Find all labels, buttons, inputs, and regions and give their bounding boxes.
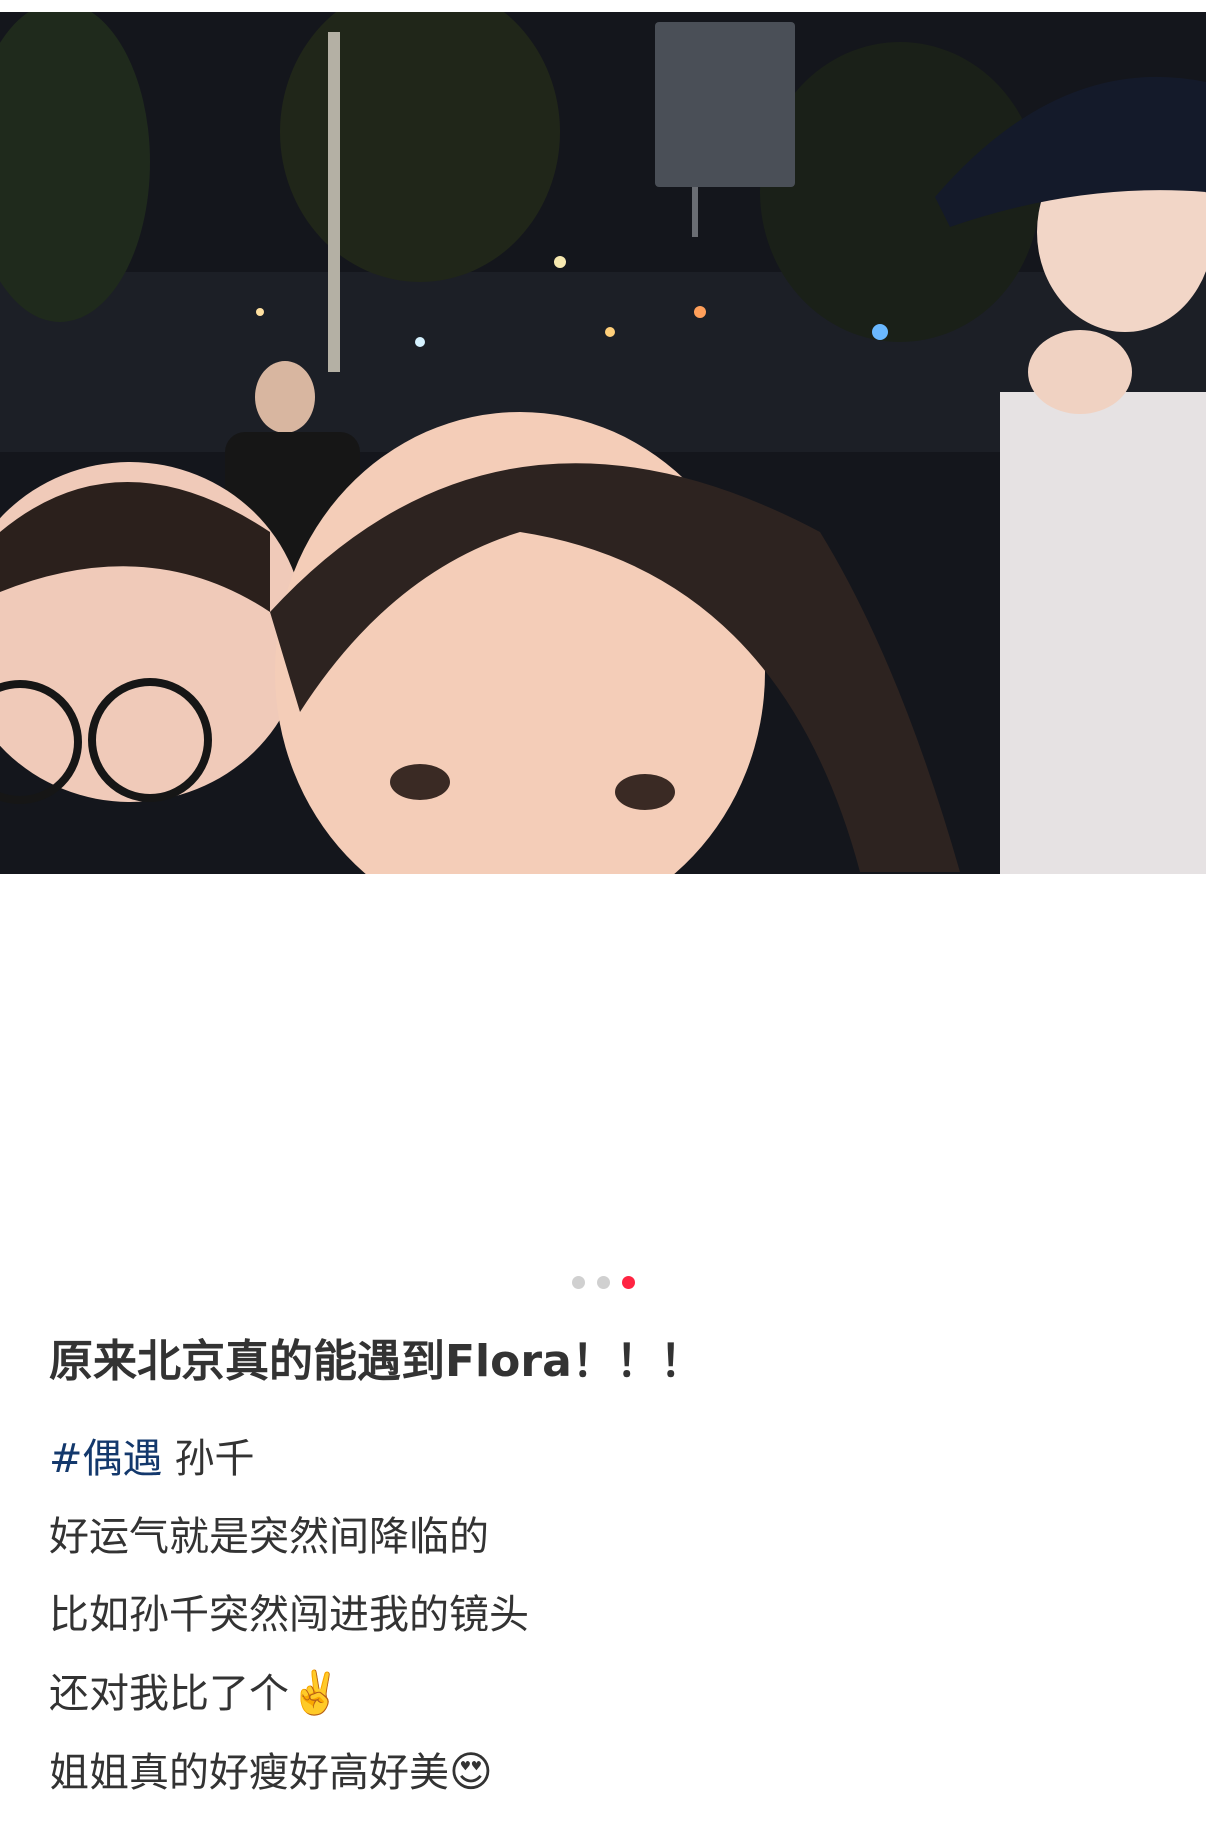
post-line-3: 还对我比了个✌️ [49,1654,1166,1733]
hashtag-line: #偶遇 孙千 [49,1420,1166,1498]
post-content: #偶遇 孙千 好运气就是突然间降临的 比如孙千突然闯进我的镜头 还对我比了个✌️ … [49,1420,1166,1812]
post-line-3-text: 还对我比了个 [49,1671,289,1717]
post-photo[interactable] [0,12,1206,874]
post-line-1: 好运气就是突然间降临的 [49,1514,489,1560]
carousel-dot[interactable] [571,1276,585,1289]
victory-hand-icon: ✌️ [289,1668,342,1717]
carousel-dot-active[interactable] [621,1276,635,1289]
post-line-4-text: 姐姐真的好瘦好高好美 [49,1750,449,1796]
tag-name: 孙千 [174,1436,255,1482]
hashtag-link[interactable]: #偶遇 [49,1436,163,1482]
carousel-dot[interactable] [596,1276,610,1289]
carousel-indicator [0,1276,1206,1289]
image-blank-area [0,874,1206,1254]
post-line-4: 姐姐真的好瘦好高好美😍 [49,1733,1166,1812]
post-title: 原来北京真的能遇到Flora！！！ [49,1336,704,1387]
heart-eyes-icon: 😍 [449,1747,493,1796]
post-line-2: 比如孙千突然闯进我的镜头 [49,1592,529,1638]
